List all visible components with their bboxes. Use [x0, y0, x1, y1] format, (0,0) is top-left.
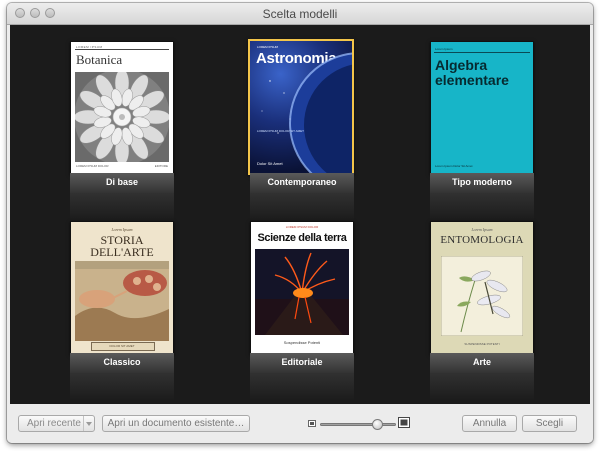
dahlia-flower-image [75, 72, 169, 162]
cancel-label: Annulla [472, 418, 507, 429]
chevron-down-icon [86, 422, 92, 426]
template-label: Contemporaneo [267, 177, 337, 187]
template-tile-editoriale[interactable]: LOREM IPSUM DOLOR Scienze della terra So… [250, 221, 354, 401]
open-recent-popup[interactable]: Apri recente [18, 415, 95, 432]
template-cover-algebra[interactable]: Lorem Ipsum Algebra elementare Lorem Ips… [430, 41, 534, 175]
template-cover-storia-dell-arte[interactable]: Lorem Ipsum STORIA DELL'ARTE DOLOR SIT A… [70, 221, 174, 355]
template-tile-di-base[interactable]: LOREM IPSUM Botanica LOREM IPSUM DOLOR E… [70, 41, 174, 221]
large-thumbnail-icon [398, 417, 410, 428]
title-bar: Scelta modelli [7, 3, 593, 25]
template-label: Arte [472, 357, 491, 367]
cover-rule [434, 52, 530, 53]
template-cover-astronomia[interactable]: LOREM IPSUM Astronomia LOREM IPSUM DOLOR… [248, 39, 354, 175]
open-existing-document-button[interactable]: Apri un documento esistente… [102, 415, 250, 432]
cover-imprint: EDITORE [154, 164, 168, 168]
planet-image [261, 52, 352, 173]
open-recent-label: Apri recente [27, 418, 81, 429]
cover-title-line1: Algebra [435, 57, 488, 73]
insect-illustration-image [441, 256, 523, 336]
cover-reflection [70, 193, 174, 221]
open-existing-label: Apri un documento esistente… [107, 418, 245, 429]
cover-title-line2: DELL'ARTE [90, 245, 154, 259]
cover-footer: Lorem Ipsum Dolor Sit Amet [435, 164, 473, 168]
cover-footer: DOLOR SIT AMET [109, 344, 135, 348]
cover-footer: LOREM IPSUM DOLOR [76, 164, 109, 168]
template-tile-classico[interactable]: Lorem Ipsum STORIA DELL'ARTE DOLOR SIT A… [70, 221, 174, 401]
cover-header: Lorem Ipsum [435, 47, 453, 51]
cover-title: ENTOMOLOGIA [440, 234, 524, 246]
template-cover-entomologia[interactable]: Lorem Ipsum ENTOMOLOGIA SUSPENDISSE POTE… [430, 221, 534, 355]
cover-subheader: LOREM IPSUM DOLOR SIT AMET [257, 129, 304, 133]
cover-reflection [70, 373, 174, 401]
cover-reflection [430, 373, 534, 401]
template-tile-tipo-moderno[interactable]: Lorem Ipsum Algebra elementare Lorem Ips… [430, 41, 534, 221]
template-cover-scienze-della-terra[interactable]: LOREM IPSUM DOLOR Scienze della terra So… [250, 221, 354, 355]
fresco-painting-image [75, 261, 169, 341]
template-cover-botanica[interactable]: LOREM IPSUM Botanica LOREM IPSUM DOLOR E… [70, 41, 174, 175]
bottom-toolbar: Apri recente Apri un documento esistente… [7, 404, 593, 443]
cover-reflection [250, 373, 354, 401]
cover-header: Lorem Ipsum [471, 227, 493, 232]
choose-label: Scegli [535, 418, 564, 429]
cover-footer: Sospendisse Potenti [283, 340, 321, 345]
template-tile-arte[interactable]: Lorem Ipsum ENTOMOLOGIA SUSPENDISSE POTE… [430, 221, 534, 401]
cover-header: LOREM IPSUM DOLOR [285, 225, 319, 229]
cover-author: Dolor Sit Amet [257, 161, 283, 166]
cover-footer: SUSPENDISSE POTENTI [464, 342, 500, 346]
template-label: Editoriale [281, 357, 323, 367]
zoom-slider-track[interactable] [320, 423, 396, 426]
template-tile-contemporaneo[interactable]: LOREM IPSUM Astronomia LOREM IPSUM DOLOR… [248, 39, 354, 221]
cover-title: Scienze della terra [257, 232, 347, 244]
template-chooser-window: Scelta modelli LOREM IPSUM Botanica LORE… [7, 3, 593, 443]
cover-title: Botanica [76, 52, 123, 67]
template-label: Di base [105, 177, 138, 187]
cover-reflection [430, 193, 534, 221]
small-thumbnail-icon [308, 420, 316, 427]
cancel-button[interactable]: Annulla [462, 415, 517, 432]
choose-button[interactable]: Scegli [522, 415, 577, 432]
volcano-eruption-image [255, 249, 349, 335]
window-title: Scelta modelli [262, 7, 338, 21]
template-gallery: LOREM IPSUM Botanica LOREM IPSUM DOLOR E… [10, 25, 590, 404]
cover-reflection [250, 193, 354, 221]
cover-title-line2: elementare [435, 72, 509, 88]
cover-header: Lorem Ipsum [111, 227, 133, 232]
template-label: Classico [103, 357, 141, 367]
cover-rule [75, 49, 169, 50]
popup-arrow-area [83, 416, 94, 431]
zoom-slider-knob[interactable] [372, 419, 383, 430]
template-label: Tipo moderno [452, 177, 512, 187]
